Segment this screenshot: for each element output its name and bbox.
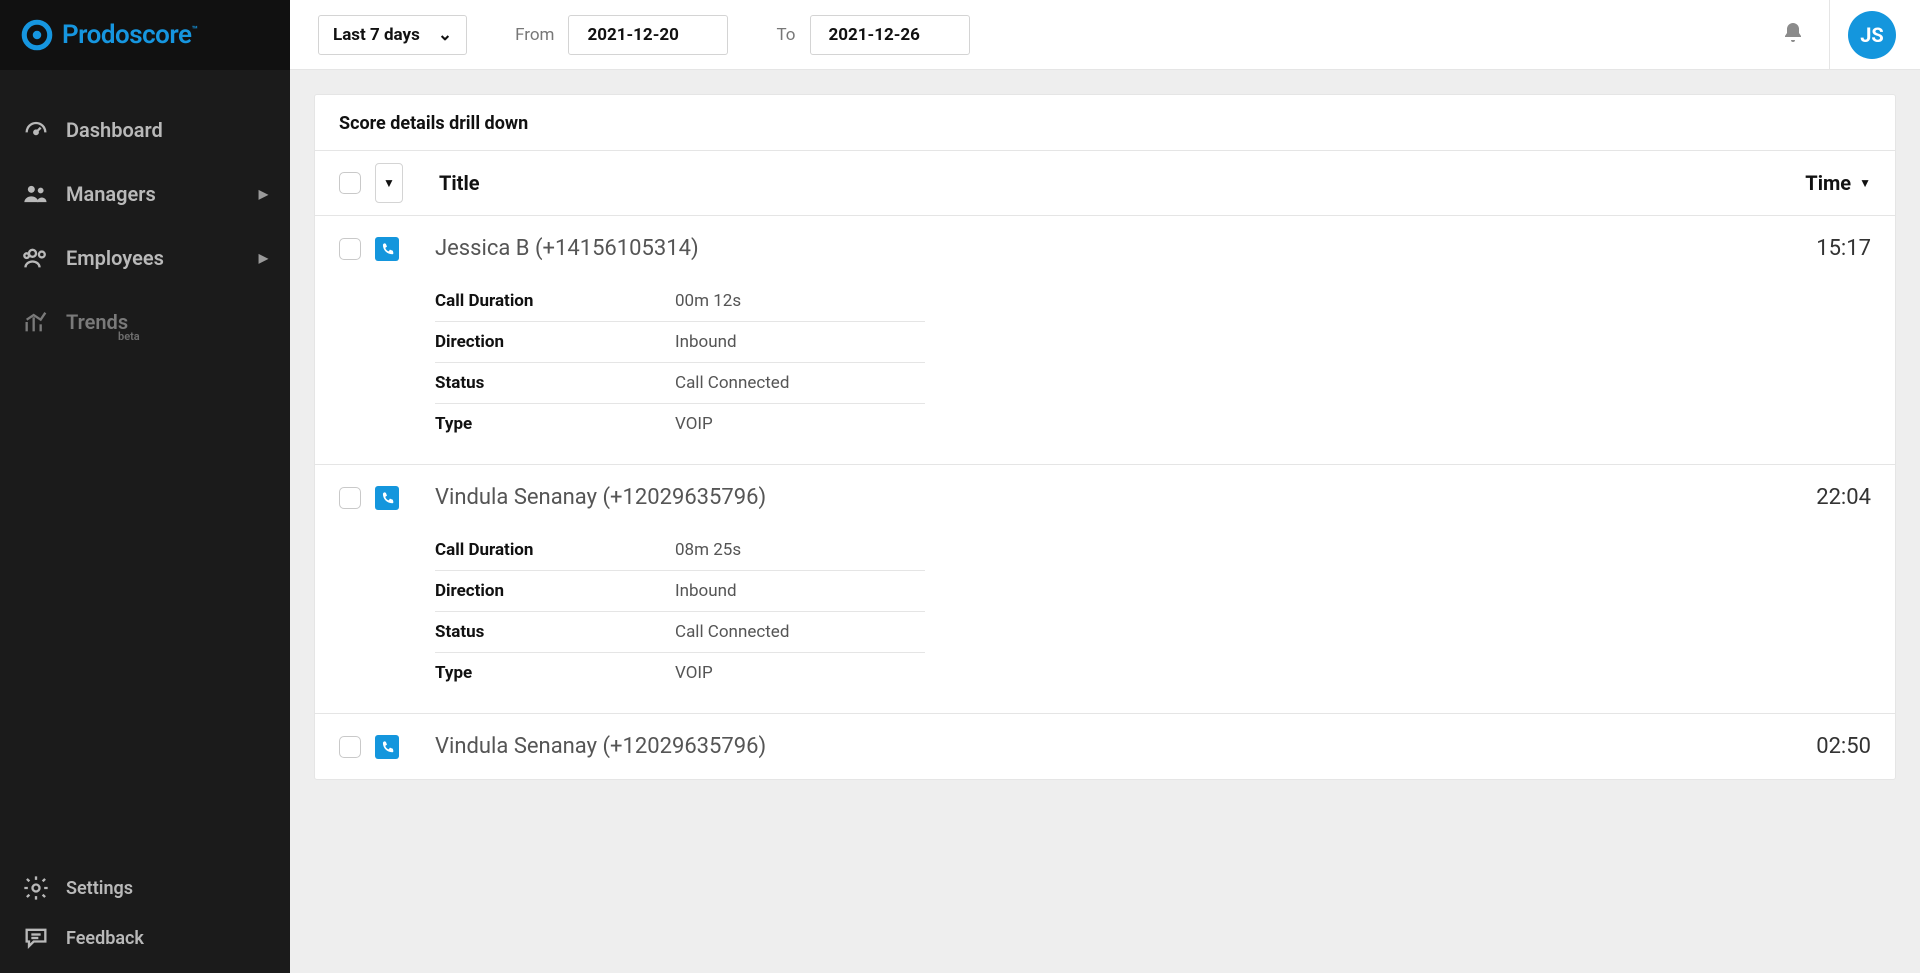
select-all-checkbox[interactable] [339,172,361,194]
nav-label: Feedback [66,928,268,949]
from-date-input[interactable]: 2021-12-20 [568,15,728,55]
notifications-button[interactable] [1781,21,1805,49]
detail-value: VOIP [675,663,713,683]
nav-settings[interactable]: Settings [0,863,290,913]
user-avatar[interactable]: JS [1848,11,1896,59]
table-body: Jessica B (+14156105314) 15:17 Call Dura… [315,216,1895,779]
date-range-select[interactable]: Last 7 days ⌄ [318,15,467,55]
score-details-panel: Score details drill down ▼ Title Time ▼ … [314,94,1896,780]
to-date-input[interactable]: 2021-12-26 [810,15,970,55]
nav-dashboard[interactable]: Dashboard [0,98,290,162]
row-time: 22:04 [1816,485,1871,510]
brand-name: Prodoscore™ [62,20,197,50]
row-title: Vindula Senanay (+12029635796) [435,734,1816,759]
row-time: 02:50 [1816,734,1871,759]
phone-icon [375,486,399,510]
nav-employees[interactable]: Employees ▶ [0,226,290,290]
topbar: Last 7 days ⌄ From 2021-12-20 To 2021-12… [290,0,1920,70]
main: Score details drill down ▼ Title Time ▼ … [290,70,1920,973]
phone-icon [375,735,399,759]
gear-icon [22,874,50,902]
from-label: From [515,25,554,45]
row-details: Call Duration00m 12s DirectionInbound St… [435,281,925,444]
brand[interactable]: Prodoscore™ [0,0,290,70]
people-icon [22,180,50,208]
row-title: Jessica B (+14156105314) [435,236,1816,261]
row-title: Vindula Senanay (+12029635796) [435,485,1816,510]
nav-label: Trends [66,310,268,334]
nav-label: Dashboard [66,118,268,142]
row-header[interactable]: Vindula Senanay (+12029635796) 02:50 [339,734,1871,759]
detail-label: Status [435,373,675,393]
nav-feedback[interactable]: Feedback [0,913,290,963]
nav-trends[interactable]: Trends beta [0,290,290,354]
detail-label: Call Duration [435,291,675,311]
divider [1829,0,1830,70]
column-time-sort[interactable]: Time ▼ [1805,171,1871,195]
chevron-down-icon: ⌄ [438,25,452,45]
brand-logo-icon [20,18,54,52]
table-row: Vindula Senanay (+12029635796) 02:50 [315,714,1895,779]
panel-title: Score details drill down [315,95,1895,151]
nav-label: Managers [66,182,259,206]
row-checkbox[interactable] [339,487,361,509]
detail-value: VOIP [675,414,713,434]
gauge-icon [22,116,50,144]
nav-secondary: Settings Feedback [0,863,290,973]
detail-label: Call Duration [435,540,675,560]
row-checkbox[interactable] [339,736,361,758]
to-label: To [776,25,795,45]
table-row: Jessica B (+14156105314) 15:17 Call Dura… [315,216,1895,465]
detail-value: 00m 12s [675,291,741,311]
expand-all-toggle[interactable]: ▼ [375,163,403,203]
detail-value: Call Connected [675,622,789,642]
row-time: 15:17 [1816,236,1871,261]
to-date-value: 2021-12-26 [829,25,920,45]
table-header: ▼ Title Time ▼ [315,151,1895,216]
nav-primary: Dashboard Managers ▶ Employees ▶ Trends … [0,70,290,863]
detail-value: 08m 25s [675,540,741,560]
bell-icon [1781,21,1805,45]
nav-managers[interactable]: Managers ▶ [0,162,290,226]
chart-icon [22,308,50,336]
chevron-right-icon: ▶ [259,251,268,265]
detail-label: Direction [435,581,675,601]
column-title: Title [439,171,1805,195]
nav-label: Employees [66,246,259,270]
detail-label: Status [435,622,675,642]
chat-icon [22,924,50,952]
detail-label: Direction [435,332,675,352]
sidebar: Prodoscore™ Dashboard Managers ▶ Employe… [0,0,290,973]
row-details: Call Duration08m 25s DirectionInbound St… [435,530,925,693]
detail-value: Inbound [675,581,737,601]
nav-label: Settings [66,878,268,899]
detail-value: Call Connected [675,373,789,393]
table-row: Vindula Senanay (+12029635796) 22:04 Cal… [315,465,1895,714]
row-header[interactable]: Vindula Senanay (+12029635796) 22:04 [339,485,1871,510]
group-icon [22,244,50,272]
beta-badge: beta [118,330,140,343]
phone-icon [375,237,399,261]
row-header[interactable]: Jessica B (+14156105314) 15:17 [339,236,1871,261]
from-date-value: 2021-12-20 [587,25,678,45]
detail-label: Type [435,663,675,683]
detail-value: Inbound [675,332,737,352]
date-range-label: Last 7 days [333,25,420,45]
avatar-initials: JS [1860,23,1884,47]
chevron-right-icon: ▶ [259,187,268,201]
column-time-label: Time [1805,171,1851,195]
sort-desc-icon: ▼ [1859,176,1871,190]
detail-label: Type [435,414,675,434]
row-checkbox[interactable] [339,238,361,260]
